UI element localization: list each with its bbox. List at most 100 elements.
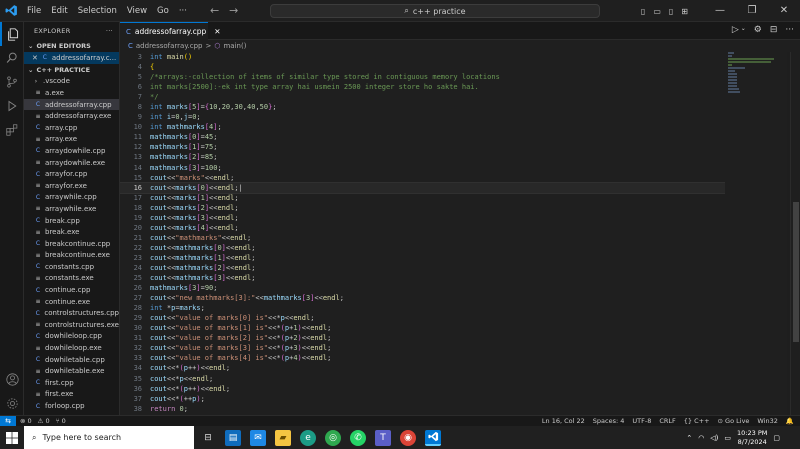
breadcrumb-file[interactable]: addressofarray.cpp — [136, 42, 203, 50]
open-editors-section[interactable]: ⌄ OPEN EDITORS — [24, 40, 119, 52]
close-icon[interactable]: ✕ — [32, 54, 38, 62]
more-actions-icon[interactable]: ··· — [785, 25, 794, 35]
file-item[interactable]: › .vscode — [24, 76, 119, 88]
file-item[interactable]: ≡ arraydowhile.exe — [24, 157, 119, 169]
editor-scrollbar[interactable] — [790, 52, 800, 415]
file-item[interactable]: ≡ first.exe — [24, 389, 119, 401]
restore-icon[interactable]: ❐ — [736, 0, 768, 22]
code-line[interactable]: 24 cout<<mathmarks[2]<<endl; — [120, 263, 725, 273]
code-line[interactable]: 14 mathmarks[3]=100; — [120, 163, 725, 173]
file-item[interactable]: ≡ array.exe — [24, 134, 119, 146]
toggle-secondary-sidebar-icon[interactable]: ▯ — [669, 7, 673, 16]
file-item[interactable]: ≡ controlstructures.exe — [24, 319, 119, 331]
settings-gear-icon[interactable]: ⚙ — [754, 25, 762, 35]
menu-go[interactable]: Go — [152, 0, 174, 22]
code-line[interactable]: 38 return 0; — [120, 404, 725, 414]
file-item[interactable]: ≡ a.exe — [24, 87, 119, 99]
file-item[interactable]: ≡ constants.exe — [24, 273, 119, 285]
file-item[interactable]: ≡ dowhileloop.exe — [24, 342, 119, 354]
whatsapp-icon[interactable]: ✆ — [350, 429, 366, 446]
forward-arrow-icon[interactable]: → — [229, 4, 238, 17]
teams-icon[interactable]: T — [375, 429, 391, 446]
minimap[interactable] — [725, 52, 787, 415]
code-line[interactable]: 34 cout<<*(p++)<<endl; — [120, 363, 725, 373]
file-item[interactable]: Carray.cpp — [24, 122, 119, 134]
code-line[interactable]: 35 cout<<*p<<endl; — [120, 374, 725, 384]
code-line[interactable]: 20 cout<<marks[4]<<endl; — [120, 223, 725, 233]
platform[interactable]: Win32 — [757, 417, 777, 425]
code-line[interactable]: 10 int mathmarks[4]; — [120, 122, 725, 132]
end-of-line[interactable]: CRLF — [659, 417, 675, 425]
taskbar-clock[interactable]: 10:23 PM 8/7/2024 — [737, 429, 767, 447]
code-line[interactable]: 23 cout<<mathmarks[1]<<endl; — [120, 253, 725, 263]
tab-close-icon[interactable]: ✕ — [214, 27, 220, 36]
code-line[interactable]: 37 cout<<*(++p); — [120, 394, 725, 404]
menu-view[interactable]: View — [122, 0, 152, 22]
file-item[interactable]: Cfirst.cpp — [24, 377, 119, 389]
code-line[interactable]: 25 cout<<mathmarks[3]<<endl; — [120, 273, 725, 283]
folder-section[interactable]: ⌄ C++ PRACTICE — [24, 64, 119, 76]
scrollbar-thumb[interactable] — [793, 202, 799, 342]
code-line[interactable]: 16 cout<<marks[0]<<endl;| — [120, 181, 725, 194]
toggle-sidebar-icon[interactable]: ▯ — [641, 7, 645, 16]
encoding[interactable]: UTF-8 — [632, 417, 651, 425]
battery-icon[interactable]: ▭ — [724, 434, 731, 442]
vscode-taskbar-icon[interactable] — [425, 429, 441, 446]
file-item[interactable]: Cdowhiletable.cpp — [24, 354, 119, 366]
code-line[interactable]: 19 cout<<marks[3]<<endl; — [120, 213, 725, 223]
file-item[interactable]: Carraydowhile.cpp — [24, 145, 119, 157]
task-view-icon[interactable]: ⊟ — [200, 430, 216, 446]
search-view-icon[interactable] — [0, 46, 24, 70]
command-center-search[interactable]: ⌕ c++ practice — [270, 4, 600, 18]
code-line[interactable]: 9 int i=0,j=0; — [120, 112, 725, 122]
settings-gear-icon[interactable] — [0, 391, 24, 415]
code-line[interactable]: 12 mathmarks[1]=75; — [120, 142, 725, 152]
warnings-count[interactable]: ⚠ 0 — [38, 417, 50, 425]
chrome-profile-icon[interactable]: ◉ — [400, 429, 416, 446]
code-line[interactable]: 31 cout<<"value of marks[2] is"<<*(p+2)<<… — [120, 333, 725, 343]
open-editor-item[interactable]: ✕ C addressofarray.c... — [24, 52, 119, 64]
code-line[interactable]: 28 int *p=marks; — [120, 303, 725, 313]
remote-indicator-icon[interactable]: ⇆ — [0, 415, 16, 427]
menu-file[interactable]: File — [22, 0, 46, 22]
code-line[interactable]: 21 cout<<"mathmarks"<<endl; — [120, 233, 725, 243]
indentation[interactable]: Spaces: 4 — [593, 417, 625, 425]
toggle-panel-icon[interactable]: ▭ — [653, 7, 661, 16]
file-item[interactable]: Cdowhileloop.cpp — [24, 331, 119, 343]
go-live-button[interactable]: ⊙ Go Live — [718, 417, 750, 425]
code-editor[interactable]: 3 int main() 4{5/*arrays:-collection of it… — [120, 52, 725, 415]
customize-layout-icon[interactable]: ⊞ — [681, 7, 688, 16]
file-item[interactable]: Ccontinue.cpp — [24, 284, 119, 296]
tab-addressofarray[interactable]: C addressofarray.cpp ✕ — [120, 22, 221, 40]
code-line[interactable]: 13 mathmarks[2]=85; — [120, 152, 725, 162]
code-line[interactable]: 36 cout<<*(p++)<<endl; — [120, 384, 725, 394]
file-item[interactable]: ≡ continue.exe — [24, 296, 119, 308]
code-line[interactable]: 8 int marks[5]={10,20,30,40,50}; — [120, 102, 725, 112]
volume-icon[interactable]: ◁) — [710, 434, 718, 442]
file-item[interactable]: ≡ arrayfor.exe — [24, 180, 119, 192]
notifications-bell-icon[interactable]: 🔔 — [786, 417, 794, 425]
menu-more[interactable]: ··· — [174, 0, 192, 22]
file-item[interactable]: ≡ break.exe — [24, 226, 119, 238]
menu-edit[interactable]: Edit — [46, 0, 72, 22]
extensions-icon[interactable] — [0, 118, 24, 142]
code-line[interactable]: 27 cout<<"new mathmarks[3]:"<<mathmarks[3… — [120, 293, 725, 303]
source-control-icon[interactable] — [0, 70, 24, 94]
file-item[interactable]: ≡ breakcontinue.exe — [24, 250, 119, 262]
code-line[interactable]: 4{ — [120, 62, 725, 72]
code-line[interactable]: 11 mathmarks[0]=45; — [120, 132, 725, 142]
file-item[interactable]: Carrayfor.cpp — [24, 168, 119, 180]
code-line[interactable]: 30 cout<<"value of marks[1] is"<<*(p+1)<<… — [120, 323, 725, 333]
code-line[interactable]: 26 mathmarks[3]=90; — [120, 283, 725, 293]
code-line[interactable]: 5 /*arrays:-collection of items of simila… — [120, 72, 725, 82]
notification-center-icon[interactable]: ▢ — [773, 434, 780, 442]
menu-selection[interactable]: Selection — [73, 0, 122, 22]
code-line[interactable]: 17 cout<<marks[1]<<endl; — [120, 193, 725, 203]
split-editor-icon[interactable]: ⊟ — [770, 25, 778, 35]
file-item[interactable]: Cconstants.cpp — [24, 261, 119, 273]
breadcrumb-symbol[interactable]: main() — [223, 42, 246, 50]
account-icon[interactable] — [0, 367, 24, 391]
ports-count[interactable]: ⑂ 0 — [56, 417, 66, 425]
code-line[interactable]: 18 cout<<marks[2]<<endl; — [120, 203, 725, 213]
file-item[interactable]: ≡ dowhiletable.exe — [24, 365, 119, 377]
